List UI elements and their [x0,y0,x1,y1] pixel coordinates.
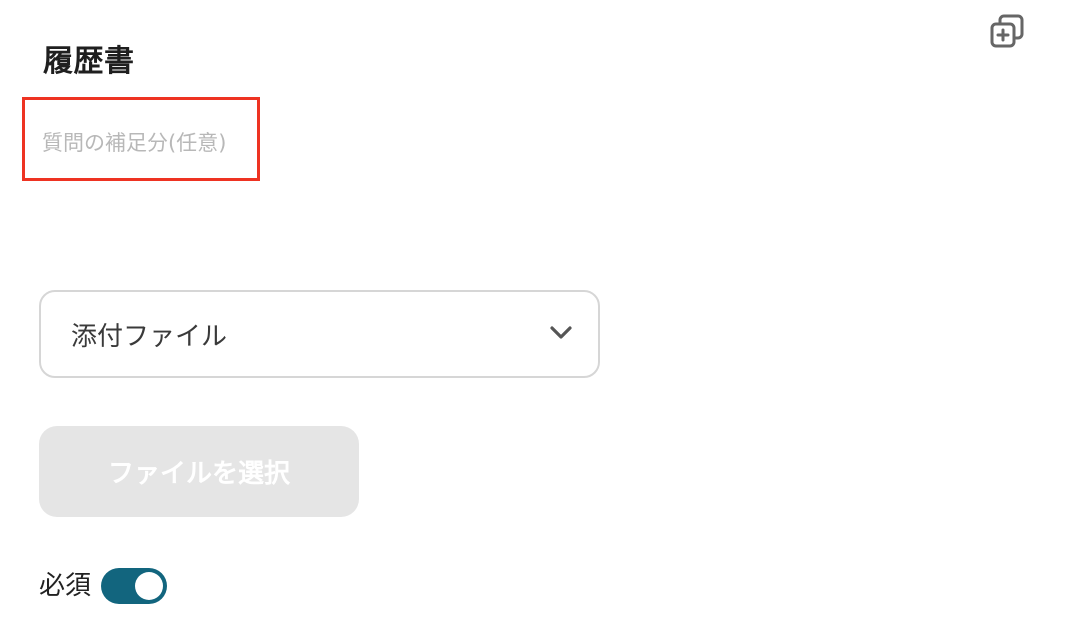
description-input[interactable] [42,126,257,160]
required-label: 必須 [39,571,92,601]
required-row: 必須 [39,566,168,606]
duplicate-button[interactable] [988,12,1026,50]
toggle-knob [135,572,164,600]
chevron-down-icon [550,326,572,339]
choose-file-button[interactable]: ファイルを選択 [39,426,359,517]
answer-type-select[interactable]: 添付ファイル [39,290,600,378]
field-title: 履歴書 [43,44,135,79]
required-toggle[interactable] [101,568,168,604]
answer-type-label: 添付ファイル [71,321,228,352]
duplicate-icon [990,14,1024,48]
